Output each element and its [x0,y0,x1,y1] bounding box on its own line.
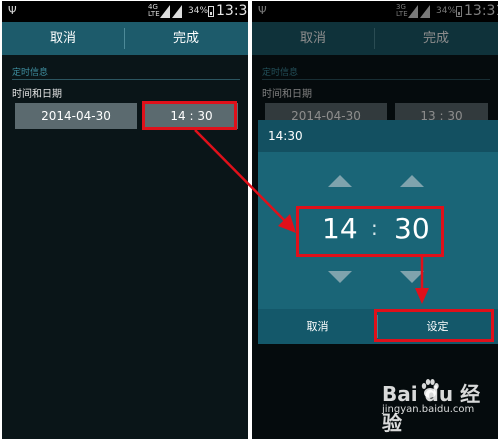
usb-icon: Ψ [8,4,17,17]
battery-icon [208,6,214,17]
status-time: 13:32 [216,3,248,19]
status-bar: Ψ 4G LTE 34% 13:32 [2,1,248,22]
network-sub-label: LTE [148,10,160,18]
hour-up-icon[interactable] [328,175,352,187]
date-field[interactable]: 2014-04-30 [15,103,137,129]
highlight-picker [296,206,444,257]
cancel-button[interactable]: 取消 [2,22,124,55]
hour-down-icon[interactable] [328,271,352,283]
network-type: 4G LTE [148,4,160,18]
battery-percent: 34% [188,6,209,16]
minute-up-icon[interactable] [400,175,424,187]
dialog-cancel-button[interactable]: 取消 [258,309,377,344]
highlight-time-field [142,101,237,130]
highlight-set-button [374,309,494,342]
left-screen: Ψ 4G LTE 34% 13:32 取消 完成 定时信息 时间和日期 2014… [2,1,248,439]
dialog-title: 14:30 [258,120,498,152]
minute-down-icon[interactable] [400,271,424,283]
done-button[interactable]: 完成 [125,22,247,55]
section-divider [12,79,240,80]
section-header: 定时信息 [12,68,49,78]
datetime-label: 时间和日期 [12,89,62,100]
signal-icon [160,5,182,18]
watermark-url: jingyan.baidu.com [382,404,475,415]
action-bar: 取消 完成 [2,22,248,55]
